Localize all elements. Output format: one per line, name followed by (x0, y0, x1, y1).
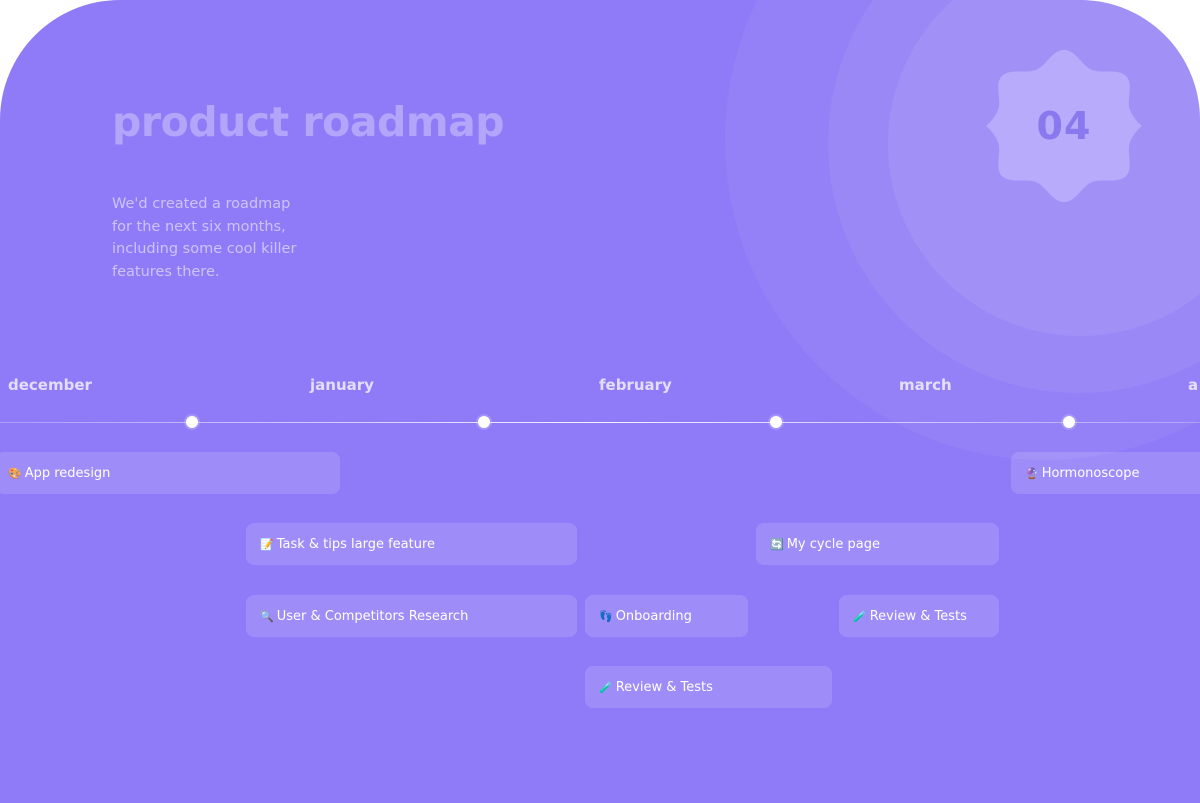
task-label: My cycle page (786, 536, 880, 552)
task-bar-my-cycle-page[interactable]: 🔄 My cycle page (756, 523, 999, 565)
magnifier-icon: 🔍 (260, 609, 274, 623)
task-bar-research[interactable]: 🔍 User & Competitors Research (246, 595, 577, 637)
test-tube-icon: 🧪 (853, 609, 867, 623)
month-label-march: march (899, 376, 952, 394)
task-label: Review & Tests (615, 679, 713, 695)
timeline-marker (1063, 416, 1075, 428)
task-label: Onboarding (615, 608, 692, 624)
task-label: App redesign (24, 465, 111, 481)
page-number: 04 (1036, 104, 1092, 148)
memo-icon: 📝 (260, 537, 274, 551)
page-title: product roadmap (112, 98, 505, 146)
timeline-marker (478, 416, 490, 428)
month-label-february: february (599, 376, 672, 394)
task-label: Hormonoscope (1041, 465, 1140, 481)
task-label: User & Competitors Research (276, 608, 469, 624)
description-line: including some cool killer (112, 241, 297, 257)
test-tube-icon: 🧪 (599, 680, 613, 694)
month-label-april: a (1188, 376, 1199, 394)
task-bar-task-tips[interactable]: 📝 Task & tips large feature (246, 523, 577, 565)
task-bar-hormonoscope[interactable]: 🔮 Hormonoscope (1011, 452, 1200, 494)
crystal-ball-icon: 🔮 (1025, 466, 1039, 480)
page-number-badge: 04 (984, 46, 1144, 206)
task-bar-onboarding[interactable]: 👣 Onboarding (585, 595, 748, 637)
cycle-arrows-icon: 🔄 (770, 537, 784, 551)
roadmap-slide: 04 product roadmap We'd created a roadma… (0, 0, 1200, 803)
task-label: Review & Tests (869, 608, 967, 624)
task-bar-review-tests[interactable]: 🧪 Review & Tests (585, 666, 832, 708)
description-line: for the next six months, (112, 218, 286, 235)
page-description: We'd created a roadmap for the next six … (112, 193, 332, 283)
task-bar-app-redesign[interactable]: 🎨 App redesign (0, 452, 340, 494)
month-label-january: january (310, 376, 374, 394)
timeline-line (0, 422, 1200, 423)
task-bar-review-tests[interactable]: 🧪 Review & Tests (839, 595, 999, 637)
timeline-marker (186, 416, 198, 428)
footprints-icon: 👣 (599, 609, 613, 623)
month-label-december: december (8, 376, 92, 394)
description-line: features there. (112, 263, 220, 280)
task-label: Task & tips large feature (276, 536, 436, 552)
timeline-marker (770, 416, 782, 428)
description-line: We'd created a roadmap (112, 196, 291, 212)
palette-icon: 🎨 (8, 466, 22, 480)
